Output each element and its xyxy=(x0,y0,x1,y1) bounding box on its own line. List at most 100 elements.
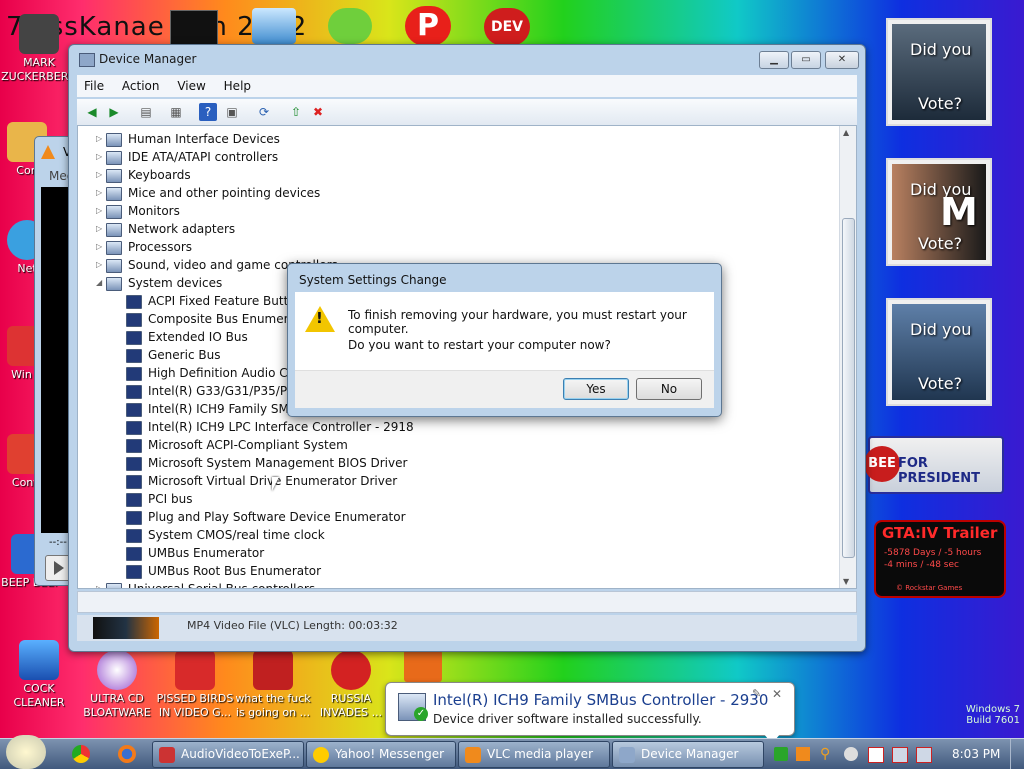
desktop-icon-mark-zuckerberg[interactable]: MARK ZUCKERBERG xyxy=(0,14,78,84)
warning-exclaim: ! xyxy=(316,309,323,327)
properties-icon[interactable]: ▤ xyxy=(137,103,155,121)
tree-category[interactable]: ▷ Mice and other pointing devices xyxy=(96,184,320,202)
task-yahoo-messenger[interactable]: Yahoo! Messenger xyxy=(306,741,456,768)
clock[interactable]: 8:03 PM xyxy=(952,747,1000,761)
collapsed-arrow-icon[interactable]: ▷ xyxy=(96,166,106,184)
expanded-arrow-icon[interactable]: ◢ xyxy=(96,274,106,292)
device-icon xyxy=(126,564,142,579)
tray-flag-icon[interactable] xyxy=(868,747,884,763)
tree-device[interactable]: Generic Bus xyxy=(126,346,220,364)
menu-file[interactable]: File xyxy=(77,75,111,97)
terminal-icon[interactable] xyxy=(170,10,218,46)
update-driver-icon[interactable]: ⇧ xyxy=(287,103,305,121)
tree-category[interactable]: ▷ Human Interface Devices xyxy=(96,130,280,148)
tree-device[interactable]: Microsoft ACPI-Compliant System xyxy=(126,436,348,454)
tray-network-icon[interactable] xyxy=(892,747,908,763)
tree-device[interactable]: Intel(R) G33/G31/P35/P3 xyxy=(126,382,295,400)
tray-volume-icon[interactable] xyxy=(916,747,932,763)
tree-category[interactable]: ◢ System devices xyxy=(96,274,222,292)
title-bar[interactable]: Device Manager ▁ ▭ ✕ xyxy=(69,45,865,73)
help-icon[interactable]: ? xyxy=(199,103,217,121)
tree-device[interactable]: Plug and Play Software Device Enumerator xyxy=(126,508,406,526)
forward-arrow-icon[interactable]: ▶ xyxy=(105,103,123,121)
tree-device[interactable]: Intel(R) ICH9 LPC Interface Controller -… xyxy=(126,418,414,436)
tray-device-icon[interactable] xyxy=(774,747,788,761)
tree-device[interactable]: UMBus Root Bus Enumerator xyxy=(126,562,321,580)
collapsed-arrow-icon[interactable]: ▷ xyxy=(96,238,106,256)
tree-category[interactable]: ▷ Network adapters xyxy=(96,220,235,238)
tree-category[interactable]: ▷ Keyboards xyxy=(96,166,191,184)
tree-device[interactable]: Microsoft System Management BIOS Driver xyxy=(126,454,407,472)
tree-device[interactable]: Extended IO Bus xyxy=(126,328,248,346)
task-audiovideo[interactable]: AudioVideoToExeP... xyxy=(152,741,304,768)
president-banner[interactable]: BEE FOR PRESIDENT xyxy=(864,436,1004,494)
scroll-down-arrow-icon[interactable]: ▼ xyxy=(843,577,849,586)
show-desktop-button[interactable] xyxy=(1010,739,1024,769)
task-device-manager[interactable]: Device Manager xyxy=(612,741,764,768)
collapsed-arrow-icon[interactable]: ▷ xyxy=(96,184,106,202)
uninstall-icon[interactable]: ✖ xyxy=(309,103,327,121)
tray-status-icon[interactable] xyxy=(844,747,858,761)
yes-button[interactable]: Yes xyxy=(563,378,629,400)
pig-icon[interactable] xyxy=(328,8,372,44)
menu-view[interactable]: View xyxy=(170,75,212,97)
show-hide-tree-icon[interactable]: ▦ xyxy=(167,103,185,121)
tree-device[interactable]: UMBus Enumerator xyxy=(126,544,264,562)
p-logo-icon[interactable]: P xyxy=(405,6,451,46)
tree-device[interactable]: High Definition Audio C xyxy=(126,364,288,382)
collapsed-arrow-icon[interactable]: ▷ xyxy=(96,256,106,274)
firefox-icon[interactable] xyxy=(118,745,136,763)
collapsed-arrow-icon[interactable]: ▷ xyxy=(96,220,106,238)
start-button[interactable] xyxy=(6,735,46,769)
desktop-icon-russia[interactable]: RUSSIA INVADES ... xyxy=(312,650,390,720)
desktop-icon-cock-cleaner[interactable]: COCK CLEANER xyxy=(0,640,78,710)
tree-category[interactable]: ▷ Processors xyxy=(96,238,192,256)
tree-device[interactable]: PCI bus xyxy=(126,490,192,508)
device-icon xyxy=(106,132,122,147)
vote-tile-1[interactable]: Did you Vote? xyxy=(886,18,992,126)
system-settings-dialog[interactable]: System Settings Change ! To finish remov… xyxy=(287,263,722,417)
notification-balloon[interactable]: ✓ Intel(R) ICH9 Family SMBus Controller … xyxy=(385,682,795,744)
tree-category[interactable]: ▷ Universal Serial Bus controllers xyxy=(96,580,315,588)
collapsed-arrow-icon[interactable]: ▷ xyxy=(96,202,106,220)
collapsed-arrow-icon[interactable]: ▷ xyxy=(96,580,106,588)
collapsed-arrow-icon[interactable]: ▷ xyxy=(96,148,106,166)
scan-hardware-icon[interactable]: ⟳ xyxy=(255,103,273,121)
scrollbar-thumb[interactable] xyxy=(842,218,855,558)
tree-device[interactable]: Composite Bus Enumer xyxy=(126,310,289,328)
drive-icon[interactable] xyxy=(252,8,296,44)
dev-icon[interactable]: DEV xyxy=(484,8,530,46)
scroll-up-arrow-icon[interactable]: ▲ xyxy=(843,128,849,137)
task-vlc[interactable]: VLC media player xyxy=(458,741,610,768)
menu-action[interactable]: Action xyxy=(115,75,167,97)
tree-device[interactable]: System CMOS/real time clock xyxy=(126,526,325,544)
no-button[interactable]: No xyxy=(636,378,702,400)
tree-category[interactable]: ▷ Monitors xyxy=(96,202,180,220)
pin-icon[interactable]: ✎ xyxy=(752,687,761,700)
tree-device[interactable]: Microsoft Virtual Drive Enumerator Drive… xyxy=(126,472,397,490)
gta-widget[interactable]: GTA:IV Trailer -5878 Days / -5 hours -4 … xyxy=(874,520,1006,598)
back-arrow-icon[interactable]: ◀ xyxy=(83,103,101,121)
vertical-scrollbar[interactable]: ▲ ▼ xyxy=(839,126,856,588)
desktop-icon-what-the[interactable]: what the fuck is going on ... xyxy=(234,650,312,720)
vote-tile-3[interactable]: Did you Vote? xyxy=(886,298,992,406)
menu-help[interactable]: Help xyxy=(217,75,258,97)
console-tree-icon[interactable]: ▣ xyxy=(223,103,241,121)
close-button[interactable]: ✕ xyxy=(825,51,859,69)
maximize-button[interactable]: ▭ xyxy=(791,51,821,69)
vote-tile-2[interactable]: Did you M Vote? xyxy=(886,158,992,266)
menu-bar: File Action View Help xyxy=(77,75,857,97)
collapsed-arrow-icon[interactable]: ▷ xyxy=(96,130,106,148)
html5-icon[interactable] xyxy=(404,650,442,682)
tray-vlc-icon[interactable] xyxy=(796,747,810,761)
desktop-icon-pissed-birds[interactable]: PISSED BIRDS IN VIDEO G... xyxy=(156,650,234,720)
tree-device[interactable]: ACPI Fixed Feature Butto xyxy=(126,292,296,310)
device-manager-icon xyxy=(619,746,635,763)
tray-search-icon[interactable]: ⚲ xyxy=(820,746,830,762)
minimize-button[interactable]: ▁ xyxy=(759,51,789,69)
tree-device[interactable]: Intel(R) ICH9 Family SM xyxy=(126,400,289,418)
balloon-close-icon[interactable]: ✕ xyxy=(772,687,782,701)
tree-category[interactable]: ▷ IDE ATA/ATAPI controllers xyxy=(96,148,278,166)
desktop-icon-ultra-cd[interactable]: ULTRA CD BLOATWARE xyxy=(78,650,156,720)
chrome-icon[interactable] xyxy=(72,745,90,763)
